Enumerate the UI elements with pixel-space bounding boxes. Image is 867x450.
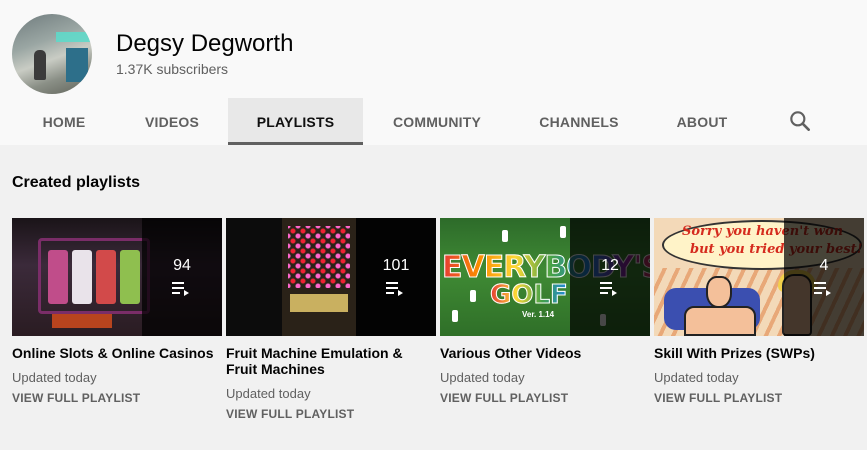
playlist-count-overlay: 4: [784, 218, 864, 336]
playlist-thumbnail[interactable]: 94: [12, 218, 222, 336]
playlist-updated: Updated today: [226, 386, 311, 401]
view-full-playlist-link[interactable]: VIEW FULL PLAYLIST: [12, 390, 222, 406]
channel-tabs: HOME VIDEOS PLAYLISTS COMMUNITY CHANNELS…: [12, 98, 757, 145]
playlist-icon: [600, 282, 617, 296]
video-count: 12: [601, 257, 619, 274]
playlist-icon: [386, 282, 403, 296]
video-count: 4: [819, 257, 829, 274]
view-full-playlist-link[interactable]: VIEW FULL PLAYLIST: [226, 406, 436, 422]
golf-version: Ver. 1.14: [522, 310, 555, 319]
tab-community[interactable]: COMMUNITY: [363, 98, 511, 145]
channel-search-button[interactable]: [787, 108, 813, 134]
playlist-count-overlay: 101: [356, 218, 436, 336]
playlist-updated: Updated today: [12, 370, 97, 385]
playlist-card: Sorry you haven't won but you tried your…: [654, 218, 864, 406]
tab-videos[interactable]: VIDEOS: [116, 98, 228, 145]
playlist-title[interactable]: Online Slots & Online Casinos: [12, 345, 222, 361]
tab-playlists[interactable]: PLAYLISTS: [228, 98, 363, 145]
avatar-figure: [34, 50, 46, 80]
video-count: 94: [173, 257, 191, 274]
playlist-title[interactable]: Fruit Machine Emulation & Fruit Machines: [226, 345, 436, 377]
channel-header: Degsy Degworth 1.37K subscribers HOME VI…: [0, 0, 867, 145]
playlist-card: EVERYBODY'S GOLF Ver. 1.14 12 Various Ot…: [440, 218, 650, 406]
channel-avatar[interactable]: [12, 14, 92, 94]
playlist-card: 94 Online Slots & Online Casinos Updated…: [12, 218, 222, 406]
section-title: Created playlists: [12, 174, 141, 191]
tab-about[interactable]: ABOUT: [647, 98, 757, 145]
playlist-icon: [814, 282, 831, 296]
playlist-updated: Updated today: [654, 370, 739, 385]
playlist-thumbnail[interactable]: Sorry you haven't won but you tried your…: [654, 218, 864, 336]
playlist-thumbnail[interactable]: 101: [226, 218, 436, 336]
view-full-playlist-link[interactable]: VIEW FULL PLAYLIST: [440, 390, 650, 406]
avatar-light-strip: [56, 32, 92, 42]
tab-channels[interactable]: CHANNELS: [511, 98, 647, 145]
search-icon: [790, 111, 810, 131]
view-full-playlist-link[interactable]: VIEW FULL PLAYLIST: [654, 390, 864, 406]
playlist-title[interactable]: Skill With Prizes (SWPs): [654, 345, 864, 361]
playlist-count-overlay: 94: [142, 218, 222, 336]
avatar-machine: [66, 48, 88, 82]
playlist-card: 101 Fruit Machine Emulation & Fruit Mach…: [226, 218, 436, 422]
tab-home[interactable]: HOME: [12, 98, 116, 145]
golf-title-line2: GOLF: [490, 280, 569, 311]
channel-name: Degsy Degworth: [116, 30, 294, 57]
playlist-count-overlay: 12: [570, 218, 650, 336]
playlist-title[interactable]: Various Other Videos: [440, 345, 650, 361]
playlist-thumbnail[interactable]: EVERYBODY'S GOLF Ver. 1.14 12: [440, 218, 650, 336]
playlist-icon: [172, 282, 189, 296]
video-count: 101: [382, 257, 410, 274]
playlist-updated: Updated today: [440, 370, 525, 385]
subscriber-count: 1.37K subscribers: [116, 61, 229, 77]
